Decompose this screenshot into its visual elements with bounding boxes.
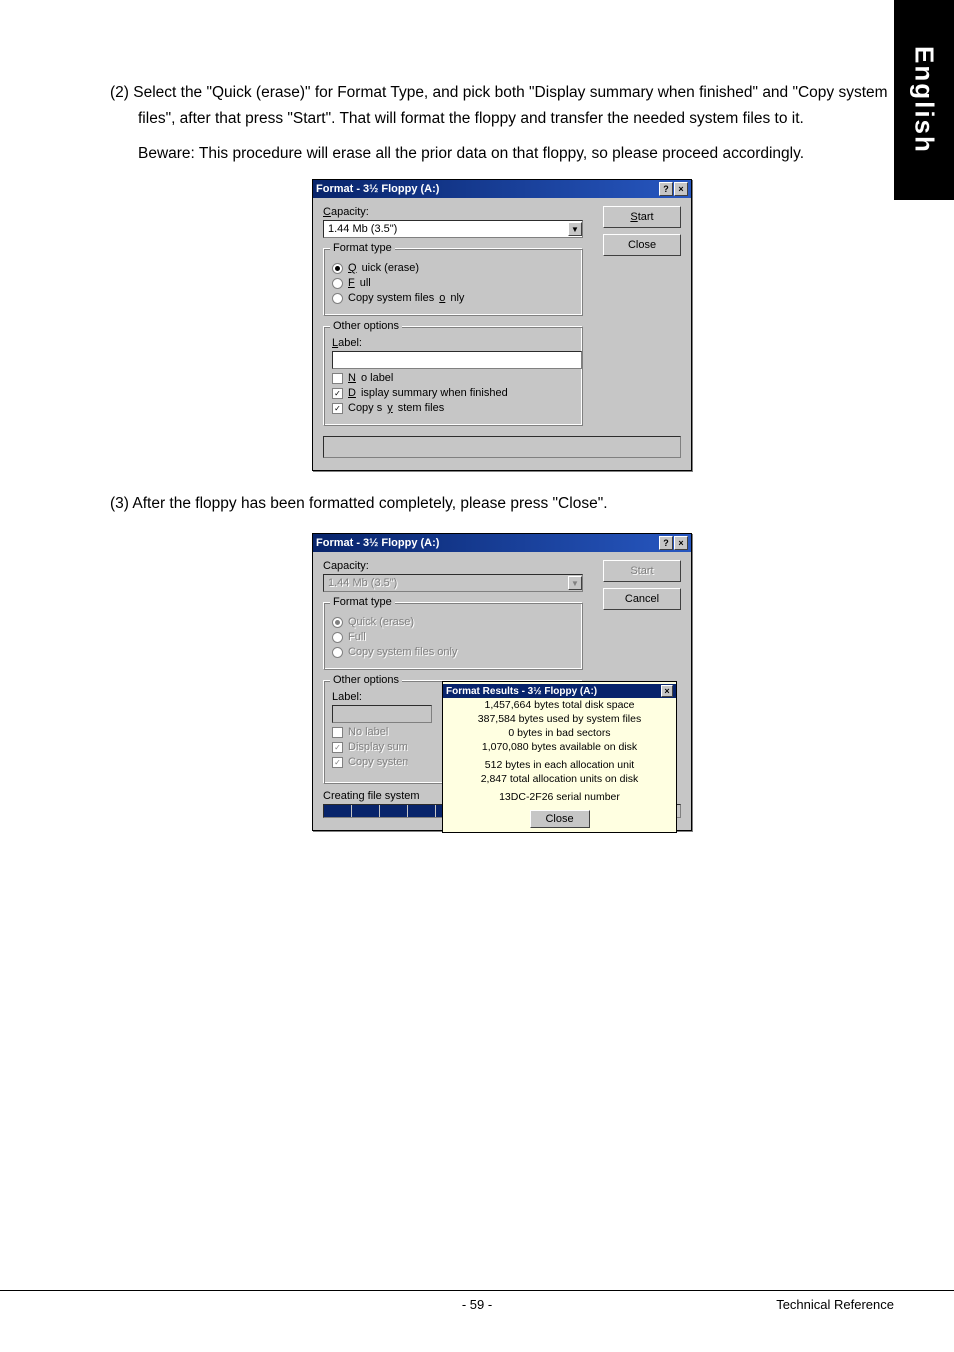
result-line: 1,457,664 bytes total disk space (443, 698, 676, 712)
capacity-value: 1.44 Mb (3.5") (328, 223, 397, 235)
format-type-group: Format type Quick (erase)Quick (erase) F… (323, 248, 583, 316)
format-type-group: Format type Quick (erase) Full Copy syst… (323, 602, 583, 670)
label-input (332, 705, 432, 723)
other-options-legend: Other options (330, 320, 402, 332)
language-tab-text: English (909, 46, 940, 154)
radio-quick: Quick (erase) (332, 616, 574, 628)
result-line: 1,070,080 bytes available on disk (443, 740, 676, 754)
chevron-down-icon[interactable]: ▼ (568, 222, 582, 236)
other-options-legend: Other options (330, 674, 402, 686)
check-display-summary[interactable]: ✓Display summary when finishedDisplay su… (332, 387, 574, 399)
capacity-combo[interactable]: 1.44 Mb (3.5") ▼ (323, 220, 583, 238)
capacity-value: 1.44 Mb (3.5") (328, 577, 397, 589)
close-icon[interactable]: × (674, 536, 688, 550)
other-options-group: Other options Label:Label: No labelNo la… (323, 326, 583, 426)
cancel-button[interactable]: Cancel (603, 588, 681, 610)
start-button[interactable]: StartStart (603, 206, 681, 228)
format-type-legend: Format type (330, 596, 395, 608)
check-no-label[interactable]: No labelNo label (332, 372, 574, 384)
page-footer: - 59 - Technical Reference (0, 1290, 954, 1312)
step-2-warning: Beware: This procedure will erase all th… (110, 141, 894, 167)
format-dialog-2: Format - 3½ Floppy (A:) ? × Capacity: 1.… (312, 533, 692, 831)
result-line: 0 bytes in bad sectors (443, 726, 676, 740)
capacity-combo: 1.44 Mb (3.5") ▼ (323, 574, 583, 592)
radio-copy-only[interactable]: Copy system files onlyCopy system files … (332, 292, 574, 304)
results-close-button[interactable]: Close (530, 810, 590, 828)
format-type-legend: Format type (330, 242, 395, 254)
titlebar: Format - 3½ Floppy (A:) ? × (313, 180, 691, 198)
result-line: 512 bytes in each allocation unit (443, 758, 676, 772)
radio-copy-only: Copy system files only (332, 646, 574, 658)
close-button[interactable]: Close (603, 234, 681, 256)
close-icon[interactable]: × (661, 685, 673, 697)
label-label: Label:Label: (332, 337, 574, 349)
dialog-title: Format - 3½ Floppy (A:) (316, 537, 439, 549)
start-button: Start (603, 560, 681, 582)
help-icon[interactable]: ? (659, 536, 673, 550)
radio-quick[interactable]: Quick (erase)Quick (erase) (332, 262, 574, 274)
language-tab: English (894, 0, 954, 200)
result-line: 387,584 bytes used by system files (443, 712, 676, 726)
step-2-text: (2) Select the "Quick (erase)" for Forma… (110, 80, 894, 133)
footer-section: Technical Reference (776, 1297, 894, 1312)
page-number: - 59 - (462, 1297, 492, 1312)
check-copy-system-files[interactable]: ✓Copy system filesCopy system files (332, 402, 574, 414)
result-line: 13DC-2F26 serial number (443, 790, 676, 804)
results-title: Format Results - 3½ Floppy (A:) (446, 686, 597, 697)
result-line: 2,847 total allocation units on disk (443, 772, 676, 786)
radio-full[interactable]: FullFull (332, 277, 574, 289)
step-3-text: (3) After the floppy has been formatted … (110, 491, 894, 517)
format-results-popup: Format Results - 3½ Floppy (A:) × 1,457,… (442, 681, 677, 833)
results-titlebar: Format Results - 3½ Floppy (A:) × (443, 684, 676, 698)
radio-full: Full (332, 631, 574, 643)
status-bar (323, 436, 681, 458)
dialog-title: Format - 3½ Floppy (A:) (316, 183, 439, 195)
titlebar: Format - 3½ Floppy (A:) ? × (313, 534, 691, 552)
chevron-down-icon: ▼ (568, 576, 582, 590)
help-icon[interactable]: ? (659, 182, 673, 196)
label-input[interactable] (332, 351, 582, 369)
format-dialog-1: Format - 3½ Floppy (A:) ? × CCapacity:ap… (312, 179, 692, 471)
other-options-group: Other options Label: No label ✓Display s… (323, 680, 583, 784)
close-icon[interactable]: × (674, 182, 688, 196)
